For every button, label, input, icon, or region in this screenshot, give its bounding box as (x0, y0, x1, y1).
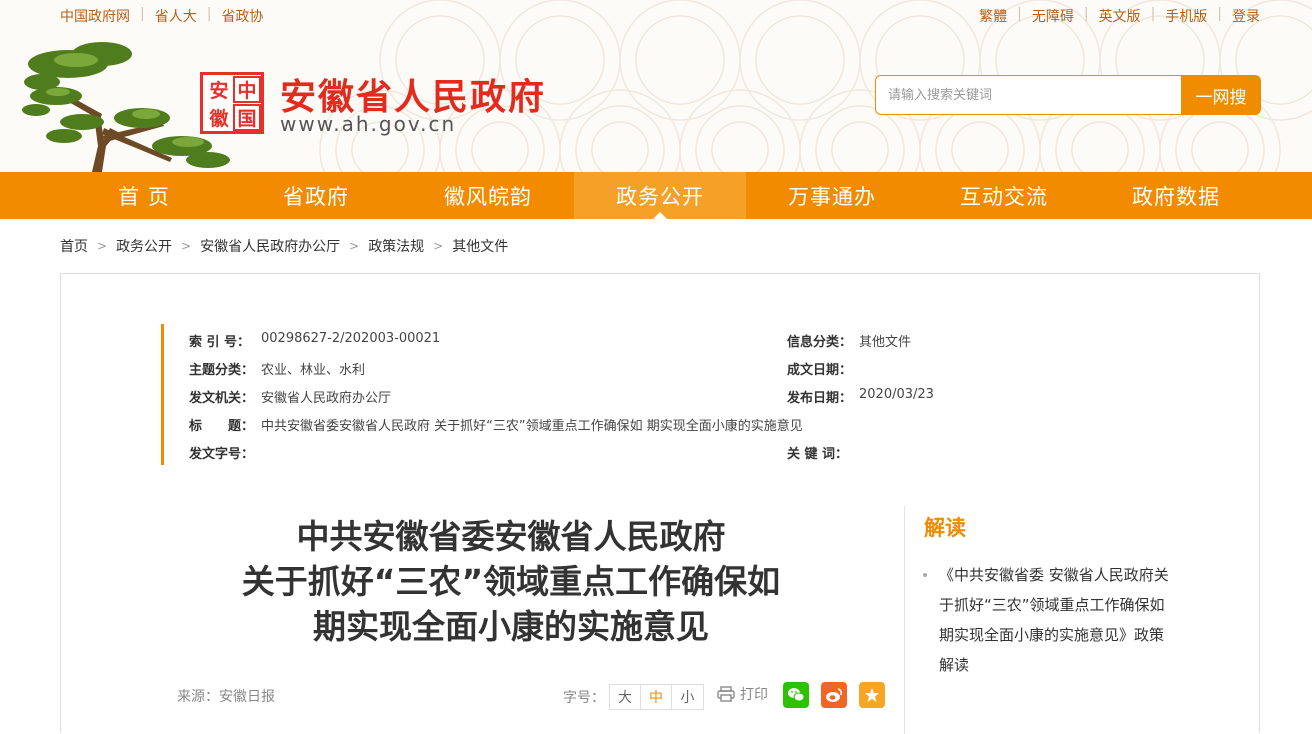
favorite-button[interactable] (859, 682, 885, 708)
meta-theme: 主题分类： 农业、林业、水利 (189, 359, 365, 379)
breadcrumb-item[interactable]: 其他文件 (452, 236, 508, 256)
sidebar-divider (904, 506, 905, 734)
nav-item-gov-affairs[interactable]: 政务公开 (574, 172, 746, 219)
chevron-right-icon: > (181, 239, 192, 253)
article-title: 中共安徽省委安徽省人民政府 关于抓好“三农”领域重点工作确保如 期实现全面小康的… (181, 514, 841, 649)
top-links-right: 繁體 | 无障碍 | 英文版 | 手机版 | 登录 (979, 6, 1260, 26)
meta-written-date: 成文日期： (787, 359, 859, 379)
seal-char: 国 (233, 104, 261, 131)
meta-title: 标 题： 中共安徽省委安徽省人民政府 关于抓好“三农”领域重点工作确保如 期实现… (189, 415, 803, 435)
chevron-right-icon: > (349, 239, 360, 253)
search-button[interactable]: 一网搜 (1181, 75, 1261, 115)
top-links-left: 中国政府网 | 省人大 | 省政协 (60, 6, 263, 26)
meta-label: 主题分类： (189, 363, 255, 378)
meta-value: 安徽省人民政府办公厅 (261, 391, 392, 406)
meta-value: 中共安徽省委安徽省人民政府 关于抓好“三农”领域重点工作确保如 期实现全面小康的… (261, 419, 803, 434)
star-icon (865, 688, 879, 702)
meta-issuer: 发文机关： 安徽省人民政府办公厅 (189, 387, 391, 407)
nav-item-services[interactable]: 万事通办 (746, 172, 918, 219)
seal-char: 中 (233, 76, 261, 103)
seal-char: 徽 (209, 108, 229, 130)
weibo-icon (826, 688, 842, 702)
meta-label: 成文日期： (787, 363, 853, 378)
nav-item-gov-data[interactable]: 政府数据 (1090, 172, 1262, 219)
article-source: 来源：安徽日报 (177, 689, 275, 705)
search-bar: 一网搜 (875, 75, 1261, 115)
chevron-right-icon: > (433, 239, 444, 253)
nav-item-provincial-gov[interactable]: 省政府 (230, 172, 402, 219)
content-box: 索 引 号： 00298627-2/202003-00021 信息分类： 其他文… (60, 273, 1260, 734)
link-login[interactable]: 登录 (1232, 6, 1260, 26)
breadcrumb-item[interactable]: 政务公开 (116, 236, 172, 256)
meta-publish-date: 发布日期： 2020/03/23 (787, 387, 934, 407)
main-nav: 首 页 省政府 徽风皖韵 政务公开 万事通办 互动交流 政府数据 (0, 172, 1312, 219)
divider: | (1017, 6, 1022, 22)
meta-label: 关 键 词： (787, 447, 849, 462)
nav-item-home[interactable]: 首 页 (58, 172, 230, 219)
link-provincial-cppcc[interactable]: 省政协 (221, 6, 263, 26)
font-size-label: 字号： (563, 690, 605, 706)
article-title-line: 期实现全面小康的实施意见 (313, 607, 709, 646)
search-input[interactable] (875, 75, 1183, 115)
font-size-small-button[interactable]: 小 (672, 685, 703, 709)
meta-value: 2020/03/23 (859, 387, 934, 402)
nav-item-interaction[interactable]: 互动交流 (918, 172, 1090, 219)
link-traditional-chinese[interactable]: 繁體 (979, 6, 1007, 26)
site-url: www.ah.gov.cn (280, 112, 457, 136)
meta-index-no: 索 引 号： 00298627-2/202003-00021 (189, 331, 440, 351)
font-size-large-button[interactable]: 大 (610, 685, 641, 709)
print-button[interactable]: 打印 (717, 684, 768, 704)
article-toolbar: 来源：安徽日报 字号： 大 中 小 打印 (177, 682, 885, 710)
site-header: 中国政府网 | 省人大 | 省政协 繁體 | 无障碍 | 英文版 | 手机版 |… (0, 0, 1312, 172)
document-meta-table: 索 引 号： 00298627-2/202003-00021 信息分类： 其他文… (161, 324, 1121, 465)
meta-label: 标 题： (189, 419, 255, 434)
divider: | (206, 6, 212, 22)
seal-char: 安 (209, 80, 229, 102)
font-size-medium-button[interactable]: 中 (641, 685, 672, 709)
meta-keywords: 关 键 词： (787, 443, 859, 463)
divider: | (140, 6, 145, 22)
meta-category: 信息分类： 其他文件 (787, 331, 911, 351)
logo-seal: 安 中 徽 国 (200, 72, 264, 134)
meta-label: 索 引 号： (189, 335, 251, 350)
breadcrumb: 首页 > 政务公开 > 安徽省人民政府办公厅 > 政策法规 > 其他文件 (60, 236, 508, 256)
bullet-icon (923, 573, 927, 577)
wechat-icon (788, 688, 805, 702)
font-size-options: 大 中 小 (609, 684, 704, 710)
breadcrumb-item[interactable]: 安徽省人民政府办公厅 (200, 236, 340, 256)
wechat-share-button[interactable] (783, 682, 809, 708)
font-size-switch: 字号： 大 中 小 (563, 684, 704, 710)
meta-label: 发文机关： (189, 391, 255, 406)
print-label: 打印 (740, 687, 768, 703)
link-provincial-congress[interactable]: 省人大 (155, 6, 197, 26)
print-icon (717, 686, 735, 702)
link-accessibility[interactable]: 无障碍 (1032, 6, 1074, 26)
meta-label: 信息分类： (787, 335, 853, 350)
share-buttons (783, 682, 897, 708)
nav-item-culture[interactable]: 徽风皖韵 (402, 172, 574, 219)
meta-label: 发文字号： (189, 447, 255, 462)
meta-value: 00298627-2/202003-00021 (261, 331, 441, 346)
article-title-line: 中共安徽省委安徽省人民政府 (296, 517, 726, 556)
link-china-gov[interactable]: 中国政府网 (60, 6, 130, 26)
interpretation-title: 解读 (924, 516, 966, 540)
divider: | (1217, 6, 1222, 22)
interpretation-link-text[interactable]: 《中共安徽省委 安徽省人民政府关于抓好“三农”领域重点工作确保如期实现全面小康的… (939, 560, 1173, 680)
breadcrumb-item[interactable]: 政策法规 (368, 236, 424, 256)
top-links-bar: 中国政府网 | 省人大 | 省政协 繁體 | 无障碍 | 英文版 | 手机版 |… (0, 6, 1312, 26)
article-title-line: 关于抓好“三农”领域重点工作确保如 (241, 562, 781, 601)
breadcrumb-item[interactable]: 首页 (60, 236, 88, 256)
weibo-share-button[interactable] (821, 682, 847, 708)
meta-value: 其他文件 (859, 335, 912, 350)
divider: | (1083, 6, 1089, 22)
link-mobile[interactable]: 手机版 (1165, 6, 1207, 26)
meta-doc-no: 发文字号： (189, 443, 261, 463)
interpretation-link[interactable]: 《中共安徽省委 安徽省人民政府关于抓好“三农”领域重点工作确保如期实现全面小康的… (923, 560, 1173, 680)
meta-label: 发布日期： (787, 391, 853, 406)
chevron-right-icon: > (97, 239, 108, 253)
divider: | (1150, 6, 1156, 22)
link-english[interactable]: 英文版 (1099, 6, 1141, 26)
meta-value: 农业、林业、水利 (261, 363, 366, 378)
